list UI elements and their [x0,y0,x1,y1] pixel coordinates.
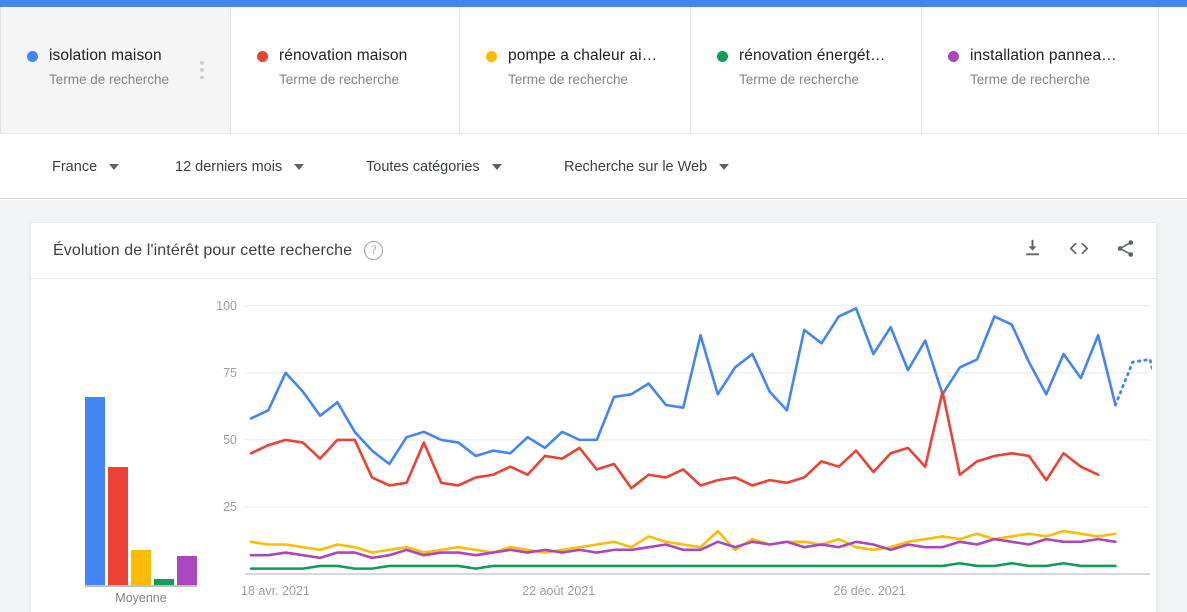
card-header: Évolution de l'intérêt pour cette recher… [31,223,1156,279]
filter-label: 12 derniers mois [175,158,283,175]
search-term-label: pompe a chaleur ai… [508,47,658,64]
x-axis-tick: 26 déc. 2021 [833,584,906,598]
terms-row-spacer [1159,7,1187,133]
page-body: Évolution de l'intérêt pour cette recher… [0,200,1187,612]
chart-svg [245,305,1152,575]
average-bar-0 [85,396,105,585]
term-header: pompe a chaleur ai… [460,47,690,65]
search-term-type: Terme de recherche [508,72,629,87]
average-baseline [85,585,197,587]
average-bar-2 [131,549,151,585]
chevron-down-icon [719,163,730,170]
search-term-card-3[interactable]: rénovation énergét… Terme de recherche [691,7,922,133]
filter-label: France [52,158,98,175]
series-line-partial-0 [1114,357,1152,407]
chevron-down-icon [294,163,305,170]
interest-over-time-card: Évolution de l'intérêt pour cette recher… [30,222,1157,612]
search-term-type: Terme de recherche [279,72,400,87]
google-trends-page: isolation maison Terme de recherche rénova… [0,0,1187,612]
search-term-label: isolation maison [49,47,162,64]
series-line-4 [249,537,1117,560]
series-line-0 [249,307,1117,466]
more-options-icon[interactable] [194,59,210,81]
chevron-down-icon [109,163,120,170]
filter-label: Recherche sur le Web [564,158,708,175]
search-terms-row: isolation maison Terme de recherche rénova… [0,7,1187,133]
card-actions [1022,238,1136,264]
search-term-card-1[interactable]: rénovation maison Terme de recherche [231,7,460,133]
filter-label: Toutes catégories [366,158,480,175]
top-accent-bar [0,0,1187,7]
filter-bar: France 12 derniers mois Toutes catégories R… [0,133,1187,199]
x-axis-tick: 22 août 2021 [522,584,596,598]
filter-time-range[interactable]: 12 derniers mois [175,158,305,175]
term-header: rénovation maison [231,47,459,65]
search-term-label: rénovation énergét… [739,47,886,64]
help-icon[interactable]: ? [364,241,384,260]
search-term-card-4[interactable]: installation pannea… Terme de recherche [922,7,1159,133]
chevron-down-icon [491,163,502,170]
filter-search-type[interactable]: Recherche sur le Web [564,158,730,175]
y-axis-tick: 25 [223,499,237,514]
term-header: rénovation énergét… [691,47,921,65]
average-bars [85,396,197,585]
chart-area: Moyenne 100 75 50 25 18 avr. 2021 22 août 202… [31,279,1158,612]
average-bars-panel: Moyenne [45,279,205,612]
search-term-label: installation pannea… [970,47,1117,64]
embed-code-icon[interactable] [1067,238,1091,264]
series-color-dot-icon [948,50,959,62]
series-color-dot-icon [27,50,38,62]
search-term-card-2[interactable]: pompe a chaleur ai… Terme de recherche [460,7,691,133]
search-term-type: Terme de recherche [970,72,1091,87]
series-color-dot-icon [486,50,497,62]
y-axis-tick: 50 [223,432,237,447]
filter-category[interactable]: Toutes catégories [366,159,502,175]
average-label: Moyenne [115,591,167,605]
series-color-dot-icon [717,50,728,62]
y-axis-tick: 75 [223,365,237,380]
series-line-3 [249,561,1117,570]
line-plot[interactable]: 100 75 50 25 18 avr. 2021 22 août 2021 26 déc.… [207,279,1152,612]
average-bar-4 [177,555,197,585]
search-term-type: Terme de recherche [739,72,860,87]
download-icon[interactable] [1022,238,1043,264]
y-axis-tick: 100 [216,298,237,313]
filter-bar-divider [0,198,1187,199]
search-term-label: rénovation maison [279,47,408,64]
filter-region[interactable]: France [52,158,120,175]
share-icon[interactable] [1115,238,1136,264]
average-bar-1 [108,467,128,585]
series-color-dot-icon [257,50,268,62]
term-header: installation pannea… [922,47,1158,65]
page-title: Évolution de l'intérêt pour cette recher… [53,241,353,259]
search-term-card-0[interactable]: isolation maison Terme de recherche [0,7,231,133]
x-axis-tick: 18 avr. 2021 [241,584,310,598]
